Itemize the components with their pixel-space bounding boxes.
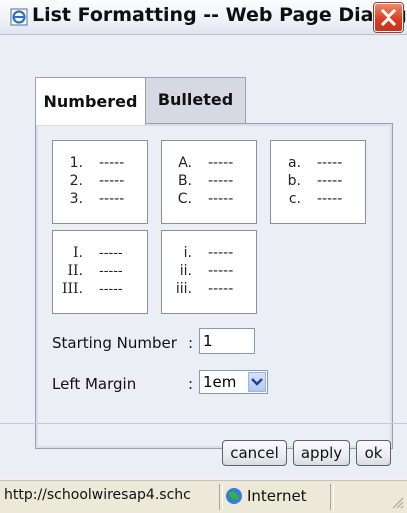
dashes: ----- — [208, 173, 234, 189]
dashes: ----- — [99, 281, 123, 297]
left-margin-label: Left Margin — [52, 375, 137, 393]
dashes: ----- — [208, 281, 234, 297]
tab-numbered-label: Numbered — [43, 92, 138, 111]
marker: 2. — [69, 173, 83, 189]
footer-divider — [0, 423, 407, 424]
title-bar: List Formatting -- Web Page Dialog — [0, 0, 407, 35]
left-margin-select[interactable]: 1em — [199, 370, 268, 394]
left-margin-value: 1em — [203, 373, 237, 391]
window-title: List Formatting -- Web Page Dialog — [32, 4, 407, 26]
marker: a. — [287, 155, 301, 171]
tab-panel-content: 1. ----- 2. ----- 3. ----- A. ----- B. ----- … — [38, 126, 390, 446]
dashes: ----- — [208, 191, 234, 207]
marker: c. — [288, 191, 301, 207]
marker: C. — [177, 191, 192, 207]
marker: i. — [183, 245, 192, 261]
dashes: ----- — [99, 245, 123, 261]
marker: B. — [177, 173, 192, 189]
tab-numbered[interactable]: Numbered — [35, 77, 146, 125]
status-bar: http://schoolwiresap4.schc Internet — [0, 480, 407, 513]
starting-number-input[interactable]: 1 — [199, 328, 255, 354]
tab-bulleted[interactable]: Bulleted — [146, 77, 246, 123]
dashes: ----- — [208, 245, 234, 261]
internet-globe-icon — [226, 488, 242, 504]
dialog-body: Numbered Bulleted 1. ----- 2. ----- 3. ----… — [0, 35, 407, 478]
ie-page-icon — [10, 8, 28, 26]
close-x-icon — [380, 8, 397, 27]
marker: iii. — [175, 281, 192, 297]
marker: b. — [287, 173, 301, 189]
list-style-upper-alpha[interactable]: A. ----- B. ----- C. ----- — [161, 140, 257, 224]
dashes: ----- — [99, 155, 125, 171]
chevron-down-icon[interactable] — [248, 372, 266, 392]
dashes: ----- — [99, 191, 125, 207]
marker: 3. — [69, 191, 83, 207]
dashes: ----- — [99, 263, 123, 279]
list-style-decimal[interactable]: 1. ----- 2. ----- 3. ----- — [52, 140, 148, 224]
marker: ii. — [179, 263, 192, 279]
dashes: ----- — [208, 263, 234, 279]
marker: A. — [178, 155, 192, 171]
close-button[interactable] — [374, 3, 403, 32]
left-margin-colon: : — [188, 375, 194, 393]
marker: 1. — [69, 155, 83, 171]
dashes: ----- — [317, 173, 343, 189]
dashes: ----- — [99, 173, 125, 189]
list-style-lower-roman[interactable]: i. ----- ii. ----- iii. ----- — [161, 230, 257, 314]
dashes: ----- — [317, 155, 343, 171]
status-divider — [330, 484, 334, 510]
status-divider — [219, 484, 223, 510]
cancel-button[interactable]: cancel — [222, 440, 287, 466]
dashes: ----- — [208, 155, 234, 171]
starting-number-colon: : — [188, 334, 194, 352]
marker: II. — [67, 263, 83, 279]
apply-button[interactable]: apply — [293, 440, 350, 466]
list-style-lower-alpha[interactable]: a. ----- b. ----- c. ----- — [270, 140, 366, 224]
marker: III. — [61, 281, 83, 297]
ok-button[interactable]: ok — [356, 440, 391, 466]
dashes: ----- — [317, 191, 343, 207]
list-style-upper-roman[interactable]: I. ----- II. ----- III. ----- — [52, 230, 148, 314]
security-zone-label: Internet — [247, 487, 307, 505]
tab-panel: 1. ----- 2. ----- 3. ----- A. ----- B. ----- … — [35, 123, 393, 449]
marker: I. — [73, 245, 83, 261]
tab-bulleted-label: Bulleted — [157, 90, 234, 109]
starting-number-label: Starting Number — [52, 334, 177, 352]
resize-grip-icon[interactable] — [390, 495, 404, 509]
status-url: http://schoolwiresap4.schc — [4, 487, 191, 503]
